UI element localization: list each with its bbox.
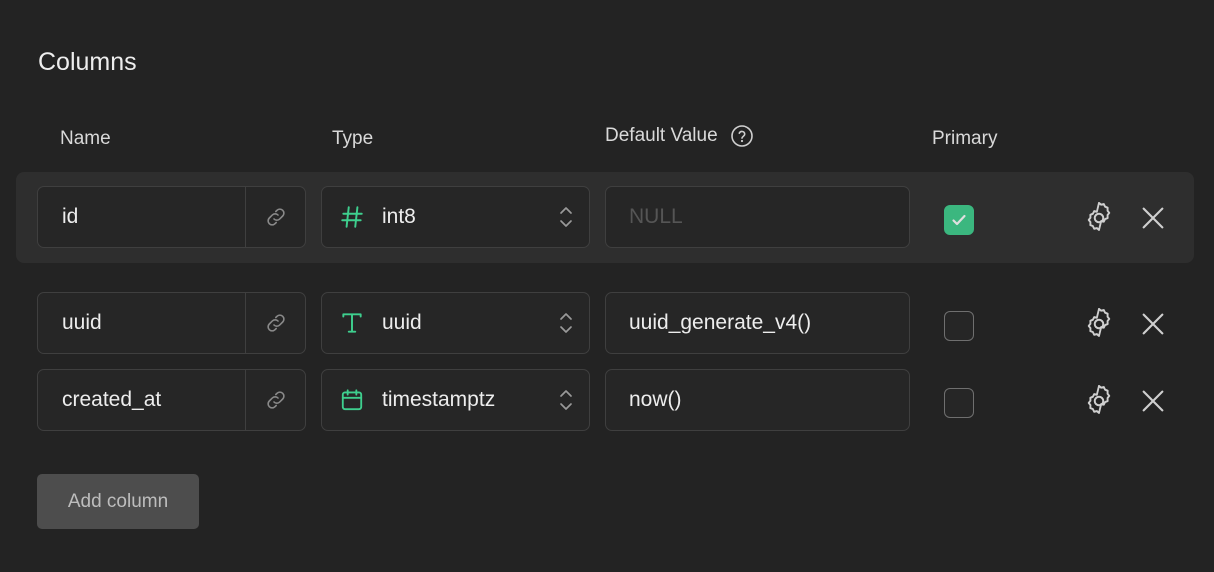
default-value-input[interactable] — [606, 187, 909, 247]
column-name-input[interactable]: created_at — [38, 370, 246, 430]
primary-key-checkbox[interactable] — [944, 388, 974, 418]
default-value-field[interactable] — [605, 186, 910, 248]
calendar-icon — [341, 389, 363, 411]
column-name-field[interactable]: created_at — [37, 369, 306, 431]
remove-column-button[interactable] — [1135, 306, 1171, 342]
column-settings-button[interactable] — [1081, 306, 1117, 342]
column-type-select[interactable]: int8 — [321, 186, 590, 248]
column-name-input[interactable]: uuid — [38, 293, 246, 353]
close-icon — [1142, 207, 1164, 229]
column-type-value: int8 — [382, 205, 416, 228]
text-type-icon — [342, 313, 362, 333]
column-type-select[interactable]: timestamptz — [321, 369, 590, 431]
link-icon — [266, 391, 285, 409]
column-settings-button[interactable] — [1081, 383, 1117, 419]
header-default-value-label: Default Value — [605, 125, 718, 146]
foreign-key-link-button[interactable] — [246, 370, 305, 430]
default-value-field[interactable] — [605, 292, 910, 354]
column-type-select[interactable]: uuid — [321, 292, 590, 354]
gear-icon — [1087, 202, 1111, 231]
column-name-field[interactable]: id — [37, 186, 306, 248]
foreign-key-link-button[interactable] — [246, 293, 305, 353]
header-type: Type — [332, 128, 374, 149]
primary-key-checkbox[interactable] — [944, 205, 974, 235]
remove-column-button[interactable] — [1135, 383, 1171, 419]
column-settings-button[interactable] — [1081, 200, 1117, 236]
close-icon — [1142, 390, 1164, 412]
default-value-input[interactable] — [606, 293, 909, 353]
hash-icon — [341, 206, 363, 228]
section-title: Columns — [38, 48, 137, 76]
chevron-up-down-icon — [560, 207, 572, 227]
check-icon — [952, 214, 966, 226]
link-icon — [266, 208, 285, 226]
header-primary: Primary — [932, 128, 998, 149]
add-column-button[interactable]: Add column — [37, 474, 199, 529]
primary-key-checkbox[interactable] — [944, 311, 974, 341]
chevron-up-down-icon — [560, 390, 572, 410]
close-icon — [1142, 313, 1164, 335]
column-name-field[interactable]: uuid — [37, 292, 306, 354]
remove-column-button[interactable] — [1135, 200, 1171, 236]
column-name-input[interactable]: id — [38, 187, 246, 247]
foreign-key-link-button[interactable] — [246, 187, 305, 247]
header-default-value: Default Value — [605, 124, 754, 148]
default-value-input[interactable] — [606, 370, 909, 430]
column-type-value: timestamptz — [382, 388, 496, 411]
header-name: Name — [60, 128, 111, 149]
default-value-field[interactable] — [605, 369, 910, 431]
help-icon[interactable] — [730, 124, 754, 148]
gear-icon — [1087, 385, 1111, 414]
gear-icon — [1087, 308, 1111, 337]
column-type-value: uuid — [382, 311, 422, 334]
link-icon — [266, 314, 285, 332]
chevron-up-down-icon — [560, 313, 572, 333]
